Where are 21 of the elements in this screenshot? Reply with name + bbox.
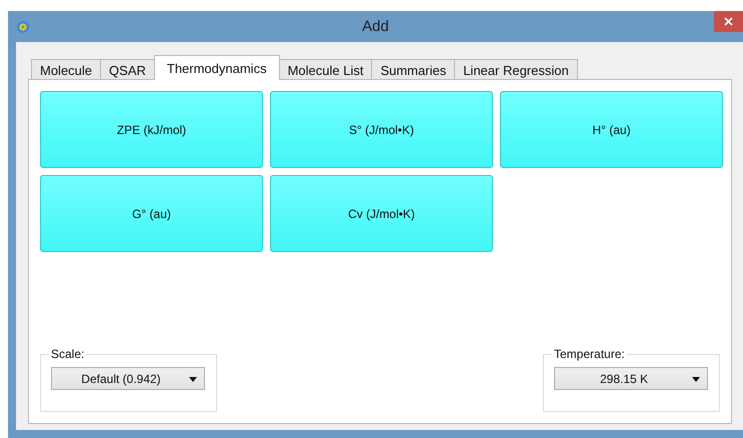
temperature-label: Temperature:	[553, 347, 626, 361]
property-button[interactable]: H° (au)	[500, 91, 723, 168]
tab[interactable]: QSAR	[100, 59, 155, 80]
temperature-dropdown[interactable]: 298.15 K	[554, 367, 708, 390]
scale-dropdown[interactable]: Default (0.942)	[51, 367, 205, 390]
tab[interactable]: Thermodynamics	[154, 55, 280, 80]
close-icon	[724, 17, 733, 26]
caret-icon	[692, 377, 700, 382]
scale-label: Scale:	[50, 347, 86, 361]
property-button[interactable]: Cv (J/mol•K)	[270, 175, 493, 252]
app-logo-icon	[16, 20, 30, 34]
tab[interactable]: Molecule List	[278, 59, 372, 80]
window-title: Add	[362, 18, 389, 35]
tab[interactable]: Linear Regression	[454, 59, 578, 80]
property-button[interactable]: G° (au)	[40, 175, 263, 252]
property-button[interactable]: S° (J/mol•K)	[270, 91, 493, 168]
tab[interactable]: Summaries	[371, 59, 456, 80]
tab[interactable]: Molecule	[31, 59, 102, 80]
close-button[interactable]	[714, 11, 743, 32]
caret-icon	[189, 377, 197, 382]
property-button[interactable]: ZPE (kJ/mol)	[40, 91, 263, 168]
